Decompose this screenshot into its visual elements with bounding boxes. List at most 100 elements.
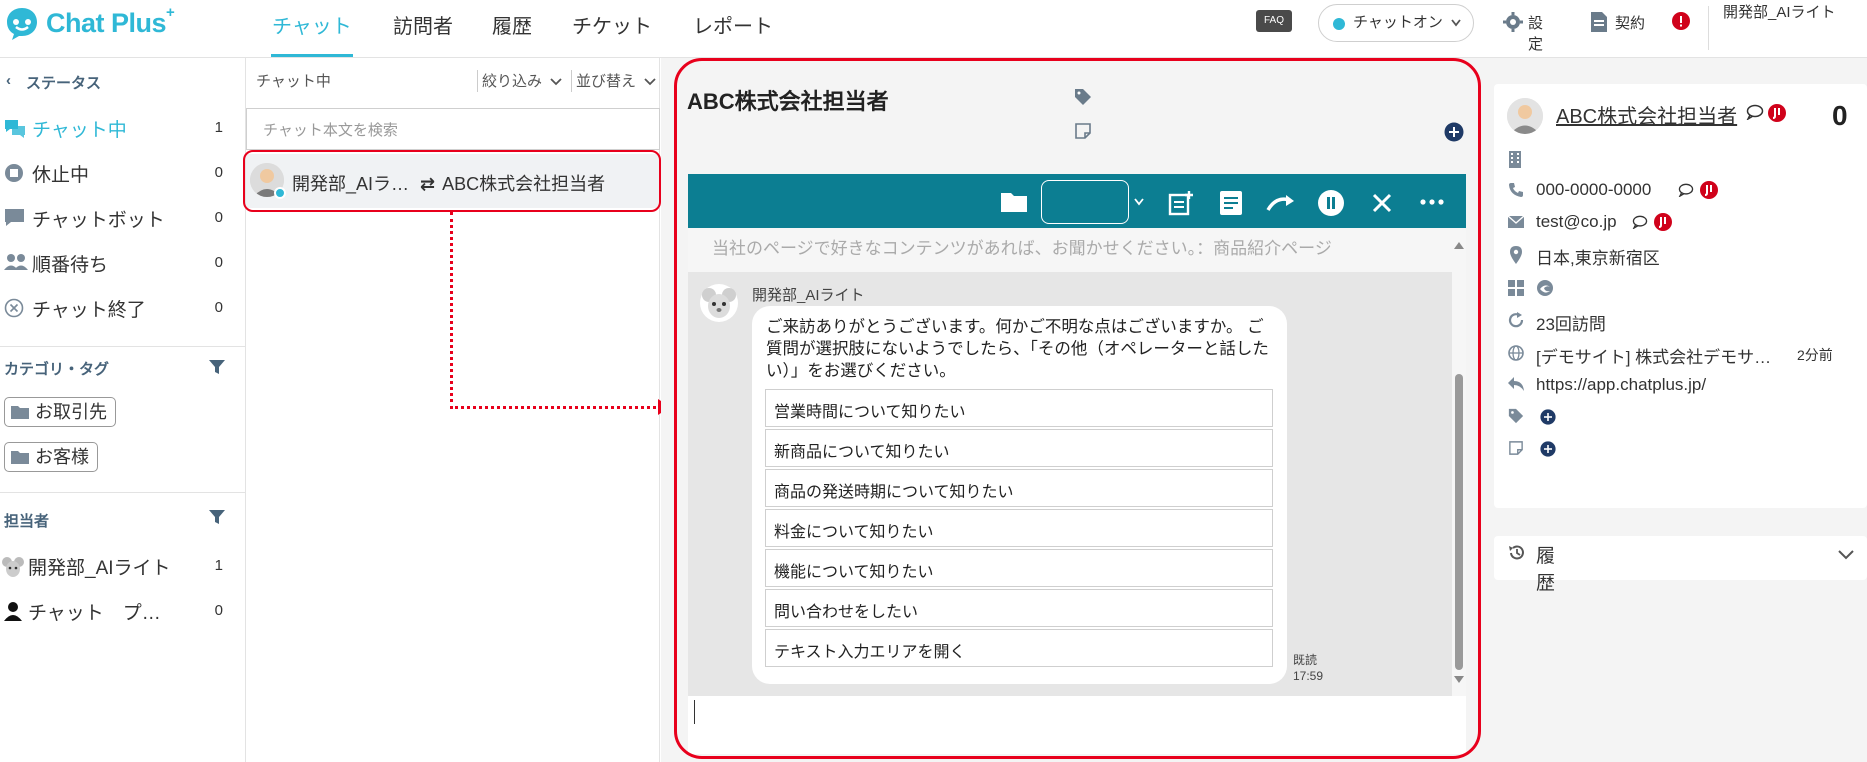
list-head-divider — [571, 70, 572, 92]
add-tag-icon[interactable] — [1540, 409, 1556, 425]
sidebar-item-paused[interactable]: 休止中 0 — [0, 155, 236, 191]
visitor-current-page: [デモサイト] 株式会社デモサ… — [1536, 348, 1772, 367]
chat-status-label: チャットオン — [1353, 14, 1443, 31]
nav-visitors[interactable]: 訪問者 — [393, 10, 453, 39]
filter-icon[interactable] — [209, 360, 225, 374]
visitor-name-link[interactable]: ABC株式会社担当者 — [1556, 100, 1737, 129]
nav-active-underline — [271, 54, 353, 57]
mail-icon — [1508, 216, 1524, 228]
comment-icon[interactable] — [1632, 215, 1648, 229]
chat-search-input[interactable]: チャット本文を検索 — [246, 108, 660, 150]
sidebar-item-chatting[interactable]: チャット中 1 — [0, 110, 236, 146]
visitor-name: ABC株式会社担当者 — [1556, 106, 1738, 128]
assignee-heading: 担当者 — [4, 513, 50, 530]
pause-circle-icon — [4, 163, 24, 183]
chevron-down-icon — [1451, 19, 1461, 27]
settings-label: 設定 — [1528, 15, 1544, 53]
assignee-count: 0 — [214, 602, 223, 619]
edge-browser-icon — [1536, 279, 1554, 297]
sidebar-divider — [0, 346, 246, 347]
faq-icon[interactable]: FAQ — [1256, 10, 1292, 32]
filter-dropdown[interactable]: 絞り込み — [482, 70, 562, 91]
highlight-frame-chat-row — [243, 150, 661, 212]
annotation-dotted-line — [450, 212, 453, 409]
visitor-page-time: 2分前 — [1797, 347, 1833, 363]
search-placeholder: チャット本文を検索 — [263, 122, 398, 139]
add-memo-icon[interactable] — [1540, 441, 1556, 457]
filter-label: 絞り込み — [482, 73, 543, 90]
assignee-label: 開発部_AIライト — [28, 558, 171, 579]
folder-icon — [11, 405, 29, 419]
tag-customer[interactable]: お客様 — [4, 442, 98, 472]
close-circle-icon — [4, 298, 24, 318]
sidebar-item-label: チャット中 — [32, 120, 127, 141]
tag-label: お取引先 — [35, 402, 107, 422]
reply-arrow-icon — [1508, 377, 1524, 391]
folder-icon — [11, 450, 29, 464]
chevron-left-icon: ‹ — [6, 72, 11, 89]
nav-reports[interactable]: レポート — [693, 10, 773, 39]
tag-icon — [1508, 408, 1524, 424]
assignee-item-chatplus[interactable]: チャット プ… 0 — [0, 593, 236, 629]
comment-icon[interactable] — [1746, 104, 1764, 120]
refresh-icon — [1508, 312, 1524, 328]
visitor-avatar — [1507, 98, 1543, 134]
contract-label: 契約 — [1615, 15, 1646, 32]
globe-icon — [1508, 345, 1524, 361]
brand-badge-icon[interactable] — [1768, 104, 1786, 122]
windows-icon — [1508, 280, 1524, 296]
chevron-down-icon[interactable] — [1838, 550, 1854, 560]
sidebar-item-label: 休止中 — [32, 165, 90, 186]
nav-chat[interactable]: チャット — [272, 10, 352, 39]
chevron-down-icon — [550, 73, 562, 90]
brand-badge-icon[interactable] — [1654, 213, 1672, 231]
sidebar-item-ended[interactable]: チャット終了 0 — [0, 290, 236, 326]
phone-icon — [1508, 182, 1524, 198]
chat-status-toggle[interactable]: チャットオン — [1318, 4, 1474, 42]
tag-business-partner[interactable]: お取引先 — [4, 397, 116, 427]
visitor-location: 日本,東京新宿区 — [1536, 249, 1660, 268]
sort-label: 並び替え — [576, 73, 637, 90]
location-pin-icon — [1510, 246, 1522, 264]
nav-history[interactable]: 履歴 — [492, 10, 532, 39]
sidebar-item-chatbot[interactable]: チャットボット 0 — [0, 200, 236, 236]
mouse-avatar-icon — [2, 556, 24, 578]
building-icon — [1508, 150, 1522, 168]
logo-text[interactable]: Chat Plus+ — [46, 4, 175, 39]
sort-dropdown[interactable]: 並び替え — [576, 70, 656, 91]
status-heading: ステータス — [26, 75, 102, 92]
status-dot-icon — [1333, 18, 1345, 30]
sidebar-item-label: チャット終了 — [32, 300, 146, 321]
visitor-referrer-url: https://app.chatplus.jp/ — [1536, 375, 1707, 394]
brand-badge-icon[interactable] — [1700, 181, 1718, 199]
sidebar-divider — [0, 492, 246, 493]
assignee-count: 1 — [214, 557, 223, 574]
document-icon — [1589, 11, 1609, 33]
chat-bubbles-icon — [4, 118, 26, 138]
comment-icon[interactable] — [1678, 183, 1694, 197]
assignee-item-ai-lite[interactable]: 開発部_AIライト 1 — [0, 548, 236, 584]
sidebar-item-label: 順番待ち — [32, 255, 109, 276]
top-header: Chat Plus+ チャット 訪問者 履歴 チケット レポート FAQ チャッ… — [0, 0, 1867, 58]
sidebar-item-count: 0 — [214, 209, 223, 226]
sidebar-item-count: 0 — [214, 164, 223, 181]
list-head-divider — [477, 70, 478, 92]
sidebar-item-label: チャットボット — [32, 210, 165, 231]
annotation-dotted-line — [450, 406, 662, 409]
history-label: 履歴 — [1536, 546, 1556, 594]
sidebar-item-count: 1 — [214, 119, 223, 136]
memo-icon — [1509, 441, 1523, 455]
history-icon — [1508, 544, 1526, 562]
filter-icon[interactable] — [209, 510, 225, 524]
sidebar-item-waiting[interactable]: 順番待ち 0 — [0, 245, 236, 281]
category-tag-heading: カテゴリ・タグ — [4, 361, 110, 378]
current-user-menu[interactable]: 開発部_AIライト — [1723, 2, 1843, 24]
users-icon — [4, 253, 28, 271]
visitor-count: 0 — [1832, 100, 1848, 131]
nav-tickets[interactable]: チケット — [572, 10, 652, 39]
tag-label: お客様 — [35, 447, 89, 467]
chevron-down-icon — [644, 73, 656, 90]
visitor-phone: 000-0000-0000 — [1536, 180, 1652, 199]
sidebar-item-count: 0 — [214, 254, 223, 271]
alert-icon[interactable] — [1672, 12, 1690, 30]
